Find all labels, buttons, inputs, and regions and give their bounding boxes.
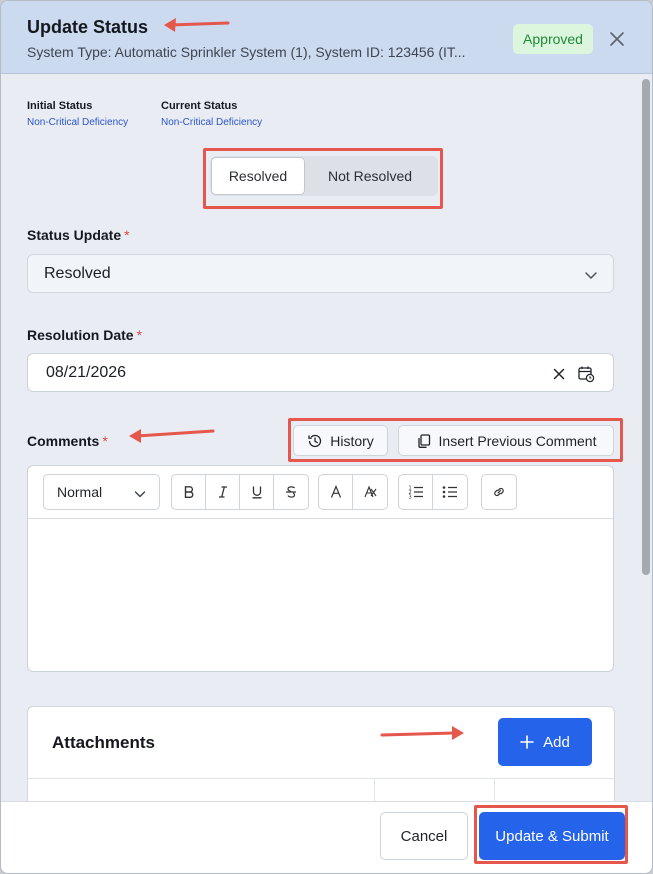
text-style-value: Normal bbox=[57, 484, 103, 500]
font-color-button[interactable] bbox=[319, 475, 353, 509]
underline-icon bbox=[252, 486, 261, 499]
history-button-label: History bbox=[330, 432, 374, 449]
clear-icon[interactable] bbox=[551, 366, 567, 382]
bullet-list-icon bbox=[442, 486, 457, 498]
link-icon bbox=[494, 487, 504, 497]
ordered-list-button[interactable]: 1 2 3 bbox=[399, 475, 433, 509]
column-divider bbox=[494, 779, 495, 801]
toggle-not-resolved[interactable]: Not Resolved bbox=[305, 157, 435, 195]
attachments-table-header bbox=[28, 778, 614, 801]
comments-text-area[interactable] bbox=[28, 520, 613, 671]
italic-button[interactable] bbox=[206, 475, 240, 509]
text-style-select[interactable]: Normal bbox=[43, 474, 160, 510]
current-status: Current Status Non-Critical Deficiency bbox=[161, 100, 262, 128]
column-divider bbox=[374, 779, 375, 801]
scrollbar-thumb[interactable] bbox=[642, 79, 650, 575]
required-marker: * bbox=[102, 433, 108, 449]
update-submit-button[interactable]: Update & Submit bbox=[479, 812, 625, 860]
required-marker: * bbox=[124, 227, 130, 243]
underline-button[interactable] bbox=[240, 475, 274, 509]
close-icon bbox=[610, 32, 624, 46]
initial-status-label: Initial Status bbox=[27, 100, 93, 112]
resolution-date-label: Resolution Date * bbox=[27, 327, 142, 343]
add-attachment-button[interactable]: Add bbox=[498, 718, 592, 766]
italic-icon bbox=[218, 486, 227, 498]
status-update-select[interactable]: Resolved bbox=[27, 254, 614, 293]
plus-icon bbox=[520, 735, 534, 749]
copy-icon bbox=[417, 433, 430, 448]
color-group bbox=[318, 474, 388, 510]
modal-body: Initial Status Non-Critical Deficiency C… bbox=[1, 75, 640, 801]
required-marker: * bbox=[136, 327, 143, 343]
resolution-date-value: 08/21/2026 bbox=[46, 364, 127, 381]
current-status-label: Current Status bbox=[161, 100, 238, 112]
resolution-toggle: Resolved Not Resolved bbox=[210, 156, 438, 196]
modal-subtitle: System Type: Automatic Sprinkler System … bbox=[27, 44, 466, 60]
status-update-value: Resolved bbox=[44, 265, 111, 282]
add-attachment-label: Add bbox=[543, 733, 570, 751]
bold-icon bbox=[184, 486, 193, 498]
ordered-list-icon: 1 2 3 bbox=[408, 486, 423, 500]
calendar-clock-icon[interactable] bbox=[577, 365, 595, 383]
attachments-panel: Attachments Add bbox=[27, 706, 615, 801]
vertical-scrollbar[interactable] bbox=[640, 75, 652, 801]
cancel-button[interactable]: Cancel bbox=[380, 812, 468, 860]
bullet-list-button[interactable] bbox=[433, 475, 467, 509]
resolution-date-input[interactable]: 08/21/2026 bbox=[27, 353, 614, 392]
font-color-icon bbox=[330, 485, 341, 498]
text-format-group bbox=[171, 474, 309, 510]
clear-format-button[interactable] bbox=[353, 475, 387, 509]
comments-label-text: Comments bbox=[27, 433, 100, 449]
status-badge: Approved bbox=[513, 24, 593, 54]
attachments-title: Attachments bbox=[52, 733, 155, 752]
list-group: 1 2 3 bbox=[398, 474, 468, 510]
current-status-value: Non-Critical Deficiency bbox=[161, 117, 263, 128]
strikethrough-button[interactable] bbox=[274, 475, 308, 509]
comments-editor: Normal 1 2 3 bbox=[27, 465, 614, 672]
status-update-label: Status Update * bbox=[27, 227, 130, 243]
clear-format-icon bbox=[364, 485, 377, 498]
modal-header: Update Status System Type: Automatic Spr… bbox=[1, 1, 652, 74]
insert-previous-comment-label: Insert Previous Comment bbox=[438, 432, 597, 449]
resolution-date-label-text: Resolution Date bbox=[27, 327, 134, 343]
toggle-resolved[interactable]: Resolved bbox=[211, 157, 305, 195]
close-button[interactable] bbox=[605, 27, 629, 51]
editor-toolbar: Normal 1 2 3 bbox=[28, 466, 613, 519]
insert-previous-comment-button[interactable]: Insert Previous Comment bbox=[398, 425, 614, 456]
strikethrough-icon bbox=[286, 486, 296, 498]
chevron-down-icon bbox=[134, 491, 146, 498]
bold-button[interactable] bbox=[172, 475, 206, 509]
history-button[interactable]: History bbox=[293, 425, 388, 456]
modal-footer: Cancel Update & Submit bbox=[1, 801, 652, 873]
link-button[interactable] bbox=[482, 475, 516, 509]
status-update-label-text: Status Update bbox=[27, 227, 122, 243]
chevron-down-icon bbox=[585, 272, 597, 279]
initial-status-value: Non-Critical Deficiency bbox=[27, 117, 129, 128]
history-icon bbox=[308, 434, 322, 447]
modal-title: Update Status bbox=[27, 17, 149, 37]
update-status-modal: Update Status System Type: Automatic Spr… bbox=[0, 0, 653, 874]
comments-label: Comments * bbox=[27, 433, 108, 449]
initial-status: Initial Status Non-Critical Deficiency bbox=[27, 100, 128, 128]
svg-text:3: 3 bbox=[408, 495, 411, 500]
link-group bbox=[481, 474, 517, 510]
